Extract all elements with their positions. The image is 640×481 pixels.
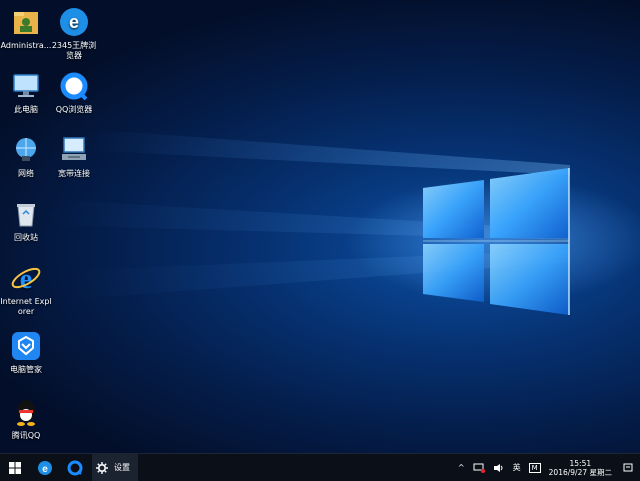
desktop-icon-label: QQ浏览器	[55, 105, 93, 114]
svg-text:e: e	[42, 464, 48, 475]
desktop-icon-2345-browser[interactable]: e 2345王牌浏览器	[48, 6, 100, 61]
start-button[interactable]	[0, 454, 30, 481]
desktop-icon-network[interactable]: 网络	[0, 134, 52, 179]
desktop-icon-label: 腾讯QQ	[11, 431, 41, 440]
desktop-icon-label: Internet Explorer	[0, 297, 52, 316]
desktop-icon-label: 此电脑	[14, 105, 38, 114]
ie-icon: e	[11, 264, 41, 294]
desktop-icon-this-pc[interactable]: 此电脑	[0, 70, 52, 115]
chevron-up-icon: ^	[457, 463, 465, 472]
broadband-icon	[62, 137, 86, 160]
desktop-icon-label: 回收站	[14, 233, 38, 242]
recycle-bin-icon	[17, 204, 35, 227]
desktop-icon-internet-explorer[interactable]: e Internet Explorer	[0, 262, 52, 317]
desktop-icon-pc-manager[interactable]: 电脑管家	[0, 330, 52, 375]
notification-icon	[623, 463, 633, 471]
qq-browser-icon	[67, 460, 83, 475]
tray-overflow-button[interactable]: ^	[454, 454, 469, 481]
taskbar-app-qq-browser[interactable]	[60, 454, 90, 481]
system-tray: ^ 英 M 15:51 2016/9/27 星期二	[454, 454, 640, 481]
user-folder-icon	[14, 12, 38, 34]
ime-mode-button[interactable]: M	[525, 454, 545, 481]
svg-text:e: e	[20, 264, 32, 294]
network-status-icon	[473, 463, 485, 473]
network-icon	[16, 138, 36, 161]
desktop-icon-broadband[interactable]: 宽带连接	[48, 134, 100, 179]
taskbar: e 设置 ^ 英 M 15:51 2016/9/27 星期二	[0, 453, 640, 481]
svg-text:e: e	[69, 12, 79, 32]
2345-browser-icon: e	[60, 8, 88, 36]
taskbar-app-settings[interactable]: 设置	[92, 454, 138, 481]
clock-time: 15:51	[569, 458, 592, 468]
taskbar-app-2345-browser[interactable]: e	[30, 454, 60, 481]
2345-browser-icon: e	[38, 460, 52, 475]
desktop-icon-label: 宽带连接	[58, 169, 90, 178]
pc-manager-icon	[12, 332, 40, 360]
tray-network-button[interactable]	[469, 454, 489, 481]
clock-date: 2016/9/27 星期二	[548, 467, 612, 477]
action-center-button[interactable]	[616, 454, 640, 481]
desktop-icon-label: Administra...	[0, 41, 52, 50]
desktop-icon-recycle-bin[interactable]: 回收站	[0, 198, 52, 243]
desktop-icon-qq[interactable]: 腾讯QQ	[0, 396, 52, 441]
desktop-icon-label: 电脑管家	[10, 365, 42, 374]
desktop-icon-label: 2345王牌浏览器	[51, 41, 97, 60]
ime-label: 英	[512, 463, 521, 472]
speaker-icon	[493, 463, 503, 472]
desktop-icon-administrator[interactable]: Administra...	[0, 6, 52, 51]
tray-volume-button[interactable]	[489, 454, 509, 481]
settings-label: 设置	[114, 463, 130, 472]
computer-icon	[13, 74, 39, 97]
windows-logo-icon	[9, 461, 21, 474]
gear-icon	[96, 461, 108, 474]
ime-mode-label: M	[528, 462, 541, 473]
desktop-icon-label: 网络	[18, 169, 34, 178]
clock[interactable]: 15:51 2016/9/27 星期二	[545, 454, 616, 481]
desktop-wallpaper	[0, 0, 640, 453]
desktop-icon-qq-browser[interactable]: QQ浏览器	[48, 70, 100, 115]
qq-browser-icon	[60, 72, 88, 101]
qq-icon	[17, 400, 35, 426]
ime-language-button[interactable]: 英	[509, 454, 525, 481]
